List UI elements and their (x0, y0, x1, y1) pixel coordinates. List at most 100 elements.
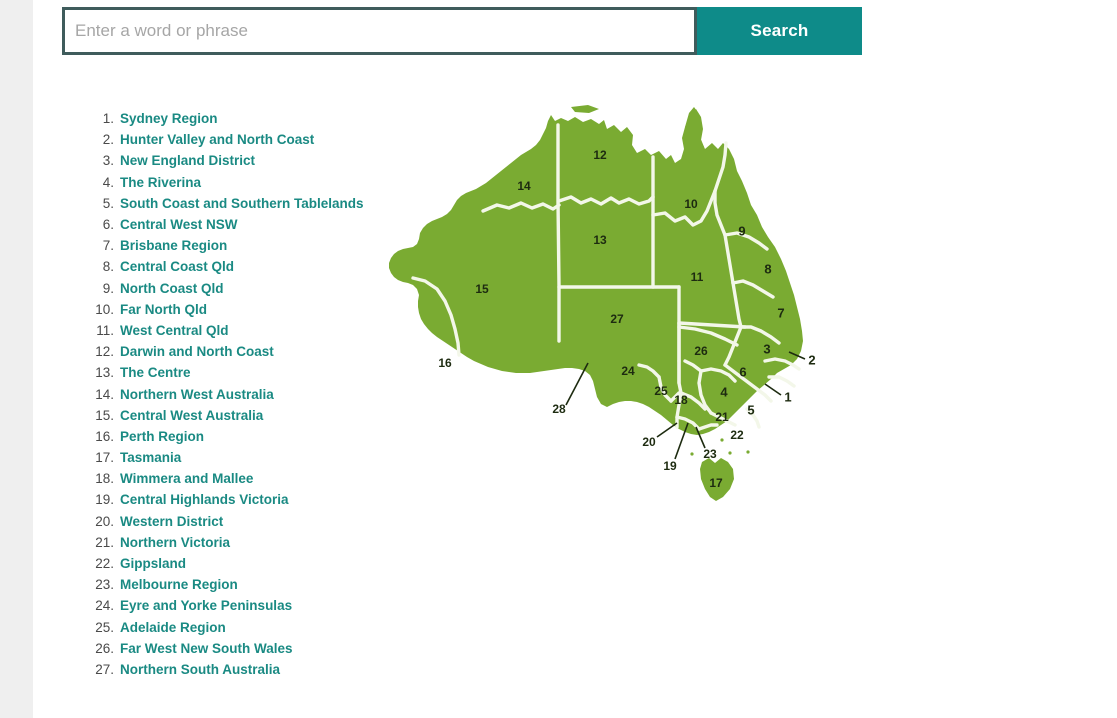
map-region-label-15[interactable]: 15 (475, 282, 489, 296)
region-link-4[interactable]: The Riverina (120, 175, 201, 190)
list-item: 10. Far North Qld (88, 299, 418, 320)
region-link-5[interactable]: South Coast and Southern Tablelands (120, 196, 364, 211)
map-region-label-21[interactable]: 21 (715, 410, 729, 424)
island-dot-a (690, 452, 694, 456)
list-item-number: 20. (95, 513, 114, 529)
list-item: 6. Central West NSW (88, 214, 418, 235)
list-item: 7. Brisbane Region (88, 235, 418, 256)
region-link-23[interactable]: Melbourne Region (120, 577, 238, 592)
list-item-number: 13. (95, 365, 114, 381)
map-region-label-28[interactable]: 28 (552, 402, 566, 416)
search-input[interactable] (65, 21, 694, 41)
map-region-label-11[interactable]: 11 (691, 270, 704, 284)
map-region-label-25[interactable]: 25 (654, 384, 668, 398)
map-region-label-7[interactable]: 7 (777, 305, 784, 320)
list-item-number: 3. (102, 153, 114, 169)
map-region-label-4[interactable]: 4 (720, 384, 728, 399)
region-link-20[interactable]: Western District (120, 514, 223, 529)
list-item: 26. Far West New South Wales (88, 638, 418, 659)
list-item-number: 14. (95, 386, 114, 402)
list-item: 27. Northern South Australia (88, 659, 418, 680)
list-item: 5. South Coast and Southern Tablelands (88, 193, 418, 214)
left-gray-band (0, 0, 33, 718)
region-link-13[interactable]: The Centre (120, 365, 191, 380)
list-item: 16. Perth Region (88, 426, 418, 447)
leader-line-1 (764, 383, 782, 396)
map-region-label-20[interactable]: 20 (642, 435, 656, 449)
region-link-15[interactable]: Central West Australia (120, 408, 263, 423)
map-region-label-27[interactable]: 27 (610, 312, 624, 326)
region-link-19[interactable]: Central Highlands Victoria (120, 492, 289, 507)
region-link-7[interactable]: Brisbane Region (120, 238, 227, 253)
map-region-label-13[interactable]: 13 (593, 233, 607, 247)
list-item-number: 10. (95, 301, 114, 317)
list-item: 23. Melbourne Region (88, 574, 418, 595)
border-wa-nt (556, 123, 561, 343)
map-region-label-19[interactable]: 19 (663, 459, 677, 473)
list-item-number: 23. (95, 577, 114, 593)
list-item: 12. Darwin and North Coast (88, 341, 418, 362)
map-region-label-16[interactable]: 16 (438, 356, 452, 370)
island-dot-b (728, 451, 732, 455)
australia-region-map[interactable]: 1 2 3 4 5 6 7 8 9 10 11 12 13 14 15 16 17 18 19 20 21 22 23 24 2… (385, 105, 830, 510)
map-region-label-2[interactable]: 2 (808, 352, 815, 367)
map-region-label-5[interactable]: 5 (747, 402, 754, 417)
list-item-number: 24. (95, 598, 114, 614)
list-item-number: 9. (102, 280, 114, 296)
leader-line-20 (656, 422, 678, 438)
map-region-label-9[interactable]: 9 (738, 223, 745, 238)
region-link-24[interactable]: Eyre and Yorke Peninsulas (120, 598, 292, 613)
region-link-10[interactable]: Far North Qld (120, 302, 207, 317)
map-region-label-14[interactable]: 14 (517, 179, 531, 193)
region-link-2[interactable]: Hunter Valley and North Coast (120, 132, 314, 147)
map-region-label-8[interactable]: 8 (764, 261, 771, 276)
list-item: 8. Central Coast Qld (88, 256, 418, 277)
list-item-number: 15. (95, 407, 114, 423)
region-link-11[interactable]: West Central Qld (120, 323, 229, 338)
region-link-1[interactable]: Sydney Region (120, 111, 218, 126)
region-link-26[interactable]: Far West New South Wales (120, 641, 293, 656)
map-region-label-24[interactable]: 24 (621, 364, 635, 378)
list-item: 3. New England District (88, 150, 418, 171)
melville-island-shape (571, 105, 599, 113)
region-link-21[interactable]: Northern Victoria (120, 535, 230, 550)
region-link-9[interactable]: North Coast Qld (120, 281, 224, 296)
map-region-label-18[interactable]: 18 (674, 393, 688, 407)
page-content: Search 1. Sydney Region 2. Hunter Valley an… (33, 0, 1117, 718)
list-item: 14. Northern West Australia (88, 383, 418, 404)
list-item: 20. Western District (88, 511, 418, 532)
map-region-label-10[interactable]: 10 (684, 197, 698, 211)
map-region-label-6[interactable]: 6 (739, 364, 746, 379)
region-link-27[interactable]: Northern South Australia (120, 662, 280, 677)
region-link-12[interactable]: Darwin and North Coast (120, 344, 274, 359)
region-link-6[interactable]: Central West NSW (120, 217, 238, 232)
map-region-label-3[interactable]: 3 (763, 341, 770, 356)
list-item-number: 19. (95, 492, 114, 508)
list-item-number: 1. (102, 111, 114, 127)
search-button[interactable]: Search (697, 7, 862, 55)
map-svg: 1234567891011121314151617181920212223242… (389, 105, 816, 501)
list-item-number: 21. (95, 534, 114, 550)
region-link-3[interactable]: New England District (120, 153, 255, 168)
region-link-18[interactable]: Wimmera and Mallee (120, 471, 253, 486)
region-link-16[interactable]: Perth Region (120, 429, 204, 444)
region-link-8[interactable]: Central Coast Qld (120, 259, 234, 274)
list-item-number: 11. (96, 322, 114, 338)
list-item-number: 26. (95, 640, 114, 656)
list-item-number: 25. (95, 619, 114, 635)
leader-line-28 (565, 362, 589, 406)
list-item: 19. Central Highlands Victoria (88, 489, 418, 510)
region-link-25[interactable]: Adelaide Region (120, 620, 226, 635)
map-region-label-12[interactable]: 12 (593, 148, 607, 162)
map-region-label-17[interactable]: 17 (709, 476, 723, 490)
region-link-17[interactable]: Tasmania (120, 450, 181, 465)
region-list: 1. Sydney Region 2. Hunter Valley and North… (88, 108, 418, 680)
list-item: 22. Gippsland (88, 553, 418, 574)
map-region-label-22[interactable]: 22 (730, 428, 744, 442)
region-link-22[interactable]: Gippsland (120, 556, 186, 571)
region-link-14[interactable]: Northern West Australia (120, 387, 274, 402)
map-region-label-26[interactable]: 26 (694, 344, 708, 358)
island-dot-c (746, 450, 750, 454)
map-region-label-1[interactable]: 1 (784, 389, 791, 404)
map-region-label-23[interactable]: 23 (703, 447, 717, 461)
